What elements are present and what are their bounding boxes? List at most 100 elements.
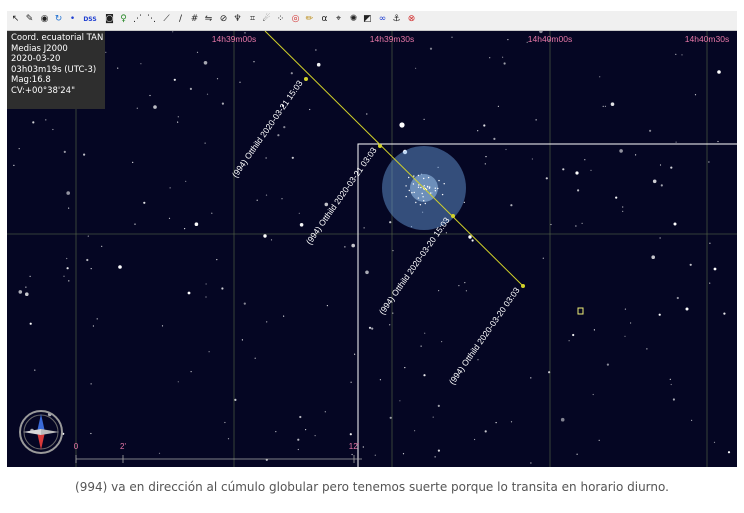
star <box>389 221 392 224</box>
star <box>681 54 683 56</box>
track-point[interactable] <box>451 214 455 218</box>
star <box>206 93 209 95</box>
star <box>177 121 179 123</box>
target-icon[interactable]: ◎ <box>289 13 302 26</box>
camera-icon[interactable]: ◙ <box>103 13 116 26</box>
frame-icon[interactable]: ⌗ <box>246 13 259 26</box>
bulb-icon[interactable]: ♀ <box>117 13 130 26</box>
track-point[interactable] <box>521 284 525 288</box>
asterism-icon[interactable]: ⋱ <box>145 13 158 26</box>
star <box>66 191 70 195</box>
cluster-star <box>408 176 410 179</box>
track-point-label: (994) Otthild 2020-03-21 03:03 <box>304 145 379 246</box>
star <box>709 282 711 284</box>
link-icon[interactable]: ∞ <box>376 13 389 26</box>
cluster-star <box>441 193 444 196</box>
star <box>577 189 580 192</box>
dots-icon[interactable]: ⁘ <box>274 13 287 26</box>
star <box>402 453 405 455</box>
telescope-icon[interactable]: ♆ <box>231 13 244 26</box>
cluster-star <box>424 202 426 205</box>
star <box>502 56 504 58</box>
star <box>351 243 356 248</box>
comet-icon[interactable]: ☄ <box>260 13 273 26</box>
ruler-icon[interactable]: ∕ <box>174 13 187 26</box>
star <box>208 351 210 353</box>
star <box>531 158 534 160</box>
star <box>404 367 406 369</box>
selected-object-marker[interactable] <box>577 307 584 315</box>
star <box>63 275 65 277</box>
star <box>90 432 92 435</box>
star <box>505 148 507 151</box>
star <box>437 404 440 407</box>
star <box>619 149 623 153</box>
star <box>132 161 134 163</box>
star <box>670 166 673 169</box>
star <box>584 159 586 161</box>
star <box>221 287 224 290</box>
circle-slash-icon[interactable]: ⊘ <box>217 13 230 26</box>
pencil-icon[interactable]: ✏ <box>303 13 316 26</box>
fov-icon[interactable]: ⌖ <box>332 13 345 26</box>
star <box>649 129 652 132</box>
marker-tool-icon[interactable]: ◉ <box>38 13 51 26</box>
dot-icon[interactable]: • <box>66 13 79 26</box>
star <box>474 438 476 441</box>
star <box>185 180 187 182</box>
track-point[interactable] <box>378 144 382 148</box>
star <box>420 345 422 347</box>
star <box>379 379 381 381</box>
star <box>298 212 300 214</box>
star <box>484 430 487 433</box>
star <box>196 51 199 53</box>
cluster-star <box>422 196 424 198</box>
cluster-star <box>408 189 410 192</box>
info-line-field-of-view: CV:+00°38'24" <box>11 85 75 96</box>
bright-star <box>399 122 405 128</box>
star <box>169 187 171 189</box>
cluster-star <box>421 192 423 195</box>
flip-icon[interactable]: ⇋ <box>202 13 215 26</box>
star <box>90 383 92 385</box>
star <box>510 421 513 423</box>
star <box>190 371 192 373</box>
star <box>399 400 401 402</box>
sky-chart[interactable]: (994) Otthild 2020-03-21 15:03 (994) Otth… <box>7 31 737 467</box>
pin-tool-icon[interactable]: ✎ <box>23 13 36 26</box>
cluster-star <box>437 187 439 190</box>
cluster-star <box>420 186 422 189</box>
star <box>101 245 103 247</box>
no-target-icon[interactable]: ⊗ <box>405 13 418 26</box>
constellation-lines-icon[interactable]: ⋰ <box>131 13 144 26</box>
star <box>602 105 604 107</box>
refresh-icon[interactable]: ↻ <box>52 13 65 26</box>
cluster-star <box>423 185 425 187</box>
measure-icon[interactable]: ⟋ <box>160 13 173 26</box>
sky-svg[interactable]: (994) Otthild 2020-03-21 15:03(994) Otth… <box>7 31 737 467</box>
anchor-icon[interactable]: ⚓ <box>390 13 403 26</box>
star <box>29 275 31 277</box>
pointer-tool-icon[interactable]: ↖ <box>9 13 22 26</box>
alpha-icon[interactable]: α <box>318 13 331 26</box>
star <box>624 335 626 337</box>
dss-label[interactable]: DSS <box>81 13 99 26</box>
cluster-star <box>413 175 415 177</box>
star <box>66 267 69 270</box>
cluster-star <box>405 195 407 198</box>
star <box>351 453 353 456</box>
star <box>243 302 246 305</box>
star <box>423 118 425 120</box>
cluster-star <box>412 183 415 185</box>
grid-icon[interactable]: # <box>188 13 201 26</box>
star <box>723 312 726 315</box>
track-point[interactable] <box>304 77 308 81</box>
star <box>234 398 237 401</box>
bright-star <box>717 70 721 74</box>
star <box>283 126 286 129</box>
galaxy-icon[interactable]: ✺ <box>347 13 360 26</box>
star <box>211 212 213 214</box>
contrast-icon[interactable]: ◩ <box>361 13 374 26</box>
star <box>68 280 70 282</box>
scale-label: 12' <box>349 442 360 451</box>
